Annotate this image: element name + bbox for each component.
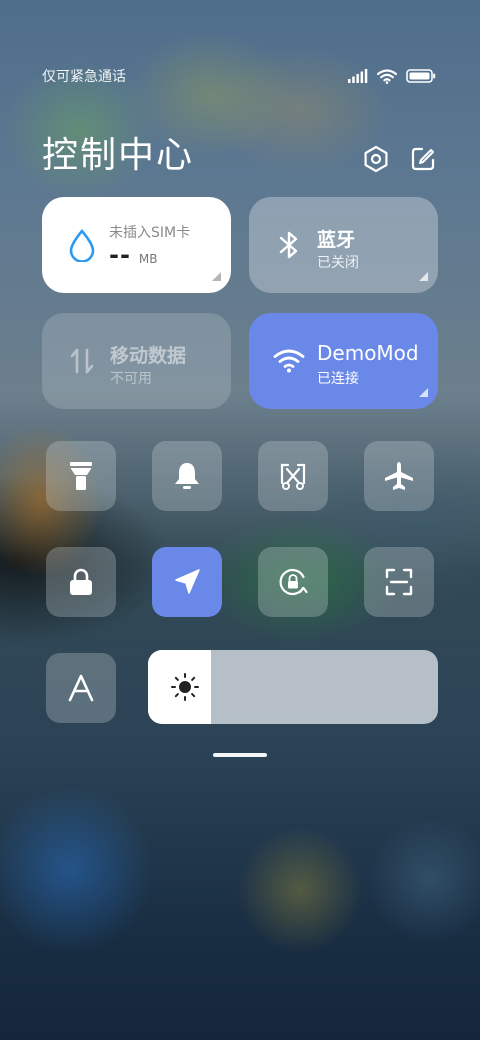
battery-icon xyxy=(406,69,436,83)
data-usage-card[interactable]: 未插入SIM卡 -- MB xyxy=(42,197,231,293)
lock-icon xyxy=(70,568,92,595)
sun-icon xyxy=(171,673,199,701)
sim-status-label: 未插入SIM卡 xyxy=(109,225,191,241)
silent-toggle[interactable] xyxy=(152,441,222,511)
wifi-icon xyxy=(377,68,397,84)
rotation-lock-toggle[interactable] xyxy=(258,547,328,617)
font-size-toggle[interactable] xyxy=(46,653,116,723)
settings-hexagon-icon xyxy=(364,145,388,173)
carrier-text: 仅可紧急通话 xyxy=(42,69,126,85)
screenshot-toggle[interactable] xyxy=(258,441,328,511)
water-drop-icon xyxy=(64,227,100,263)
mobile-data-label: 移动数据 xyxy=(110,345,187,367)
wifi-icon xyxy=(271,343,307,379)
page-title: 控制中心 xyxy=(42,135,195,176)
brightness-slider[interactable] xyxy=(148,650,438,724)
data-usage-unit: MB xyxy=(138,252,158,266)
mobile-data-card[interactable]: 移动数据 不可用 xyxy=(42,313,231,409)
status-bar: 仅可紧急通话 xyxy=(42,64,436,88)
location-arrow-icon xyxy=(175,569,200,594)
wlan-network-name: DemoMod xyxy=(317,341,419,365)
scanner-toggle[interactable] xyxy=(364,547,434,617)
expand-corner-icon xyxy=(419,388,428,397)
settings-button[interactable] xyxy=(361,144,391,174)
font-a-icon xyxy=(68,674,94,702)
lock-screen-toggle[interactable] xyxy=(46,547,116,617)
bluetooth-status: 已关闭 xyxy=(317,255,359,271)
bluetooth-card[interactable]: 蓝牙 已关闭 xyxy=(249,197,438,293)
expand-corner-icon xyxy=(419,272,428,281)
airplane-mode-toggle[interactable] xyxy=(364,441,434,511)
data-transfer-icon xyxy=(64,343,100,379)
wlan-status: 已连接 xyxy=(317,371,359,387)
bell-icon xyxy=(175,463,199,489)
scissors-icon xyxy=(280,463,306,490)
wlan-card[interactable]: DemoMod 已连接 xyxy=(249,313,438,409)
expand-corner-icon xyxy=(212,272,221,281)
signal-icon xyxy=(348,69,368,83)
data-usage-value: -- xyxy=(109,241,131,269)
flashlight-toggle[interactable] xyxy=(46,441,116,511)
bluetooth-label: 蓝牙 xyxy=(317,229,356,251)
airplane-icon xyxy=(385,462,413,490)
rotation-lock-icon xyxy=(279,568,308,596)
mobile-data-status: 不可用 xyxy=(110,371,152,387)
edit-icon xyxy=(411,147,435,171)
flashlight-icon xyxy=(70,462,92,490)
edit-button[interactable] xyxy=(408,144,438,174)
bluetooth-icon xyxy=(271,227,307,263)
status-icons xyxy=(348,68,436,84)
home-gesture-handle[interactable] xyxy=(213,753,267,757)
location-toggle[interactable] xyxy=(152,547,222,617)
scan-icon xyxy=(385,568,413,596)
data-usage-readout: -- MB xyxy=(109,241,158,269)
